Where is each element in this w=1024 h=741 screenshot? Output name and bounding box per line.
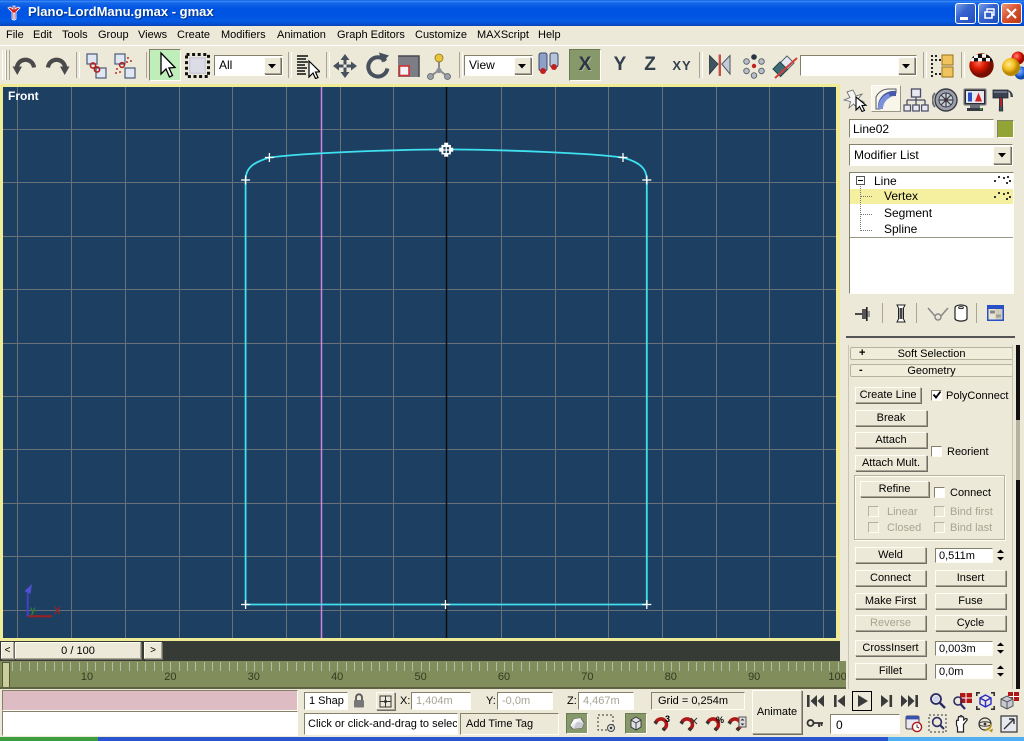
svg-text:3: 3: [665, 714, 670, 724]
svg-text:y: y: [30, 605, 36, 616]
svg-text:%: %: [716, 715, 724, 725]
svg-text:X: X: [54, 606, 61, 617]
